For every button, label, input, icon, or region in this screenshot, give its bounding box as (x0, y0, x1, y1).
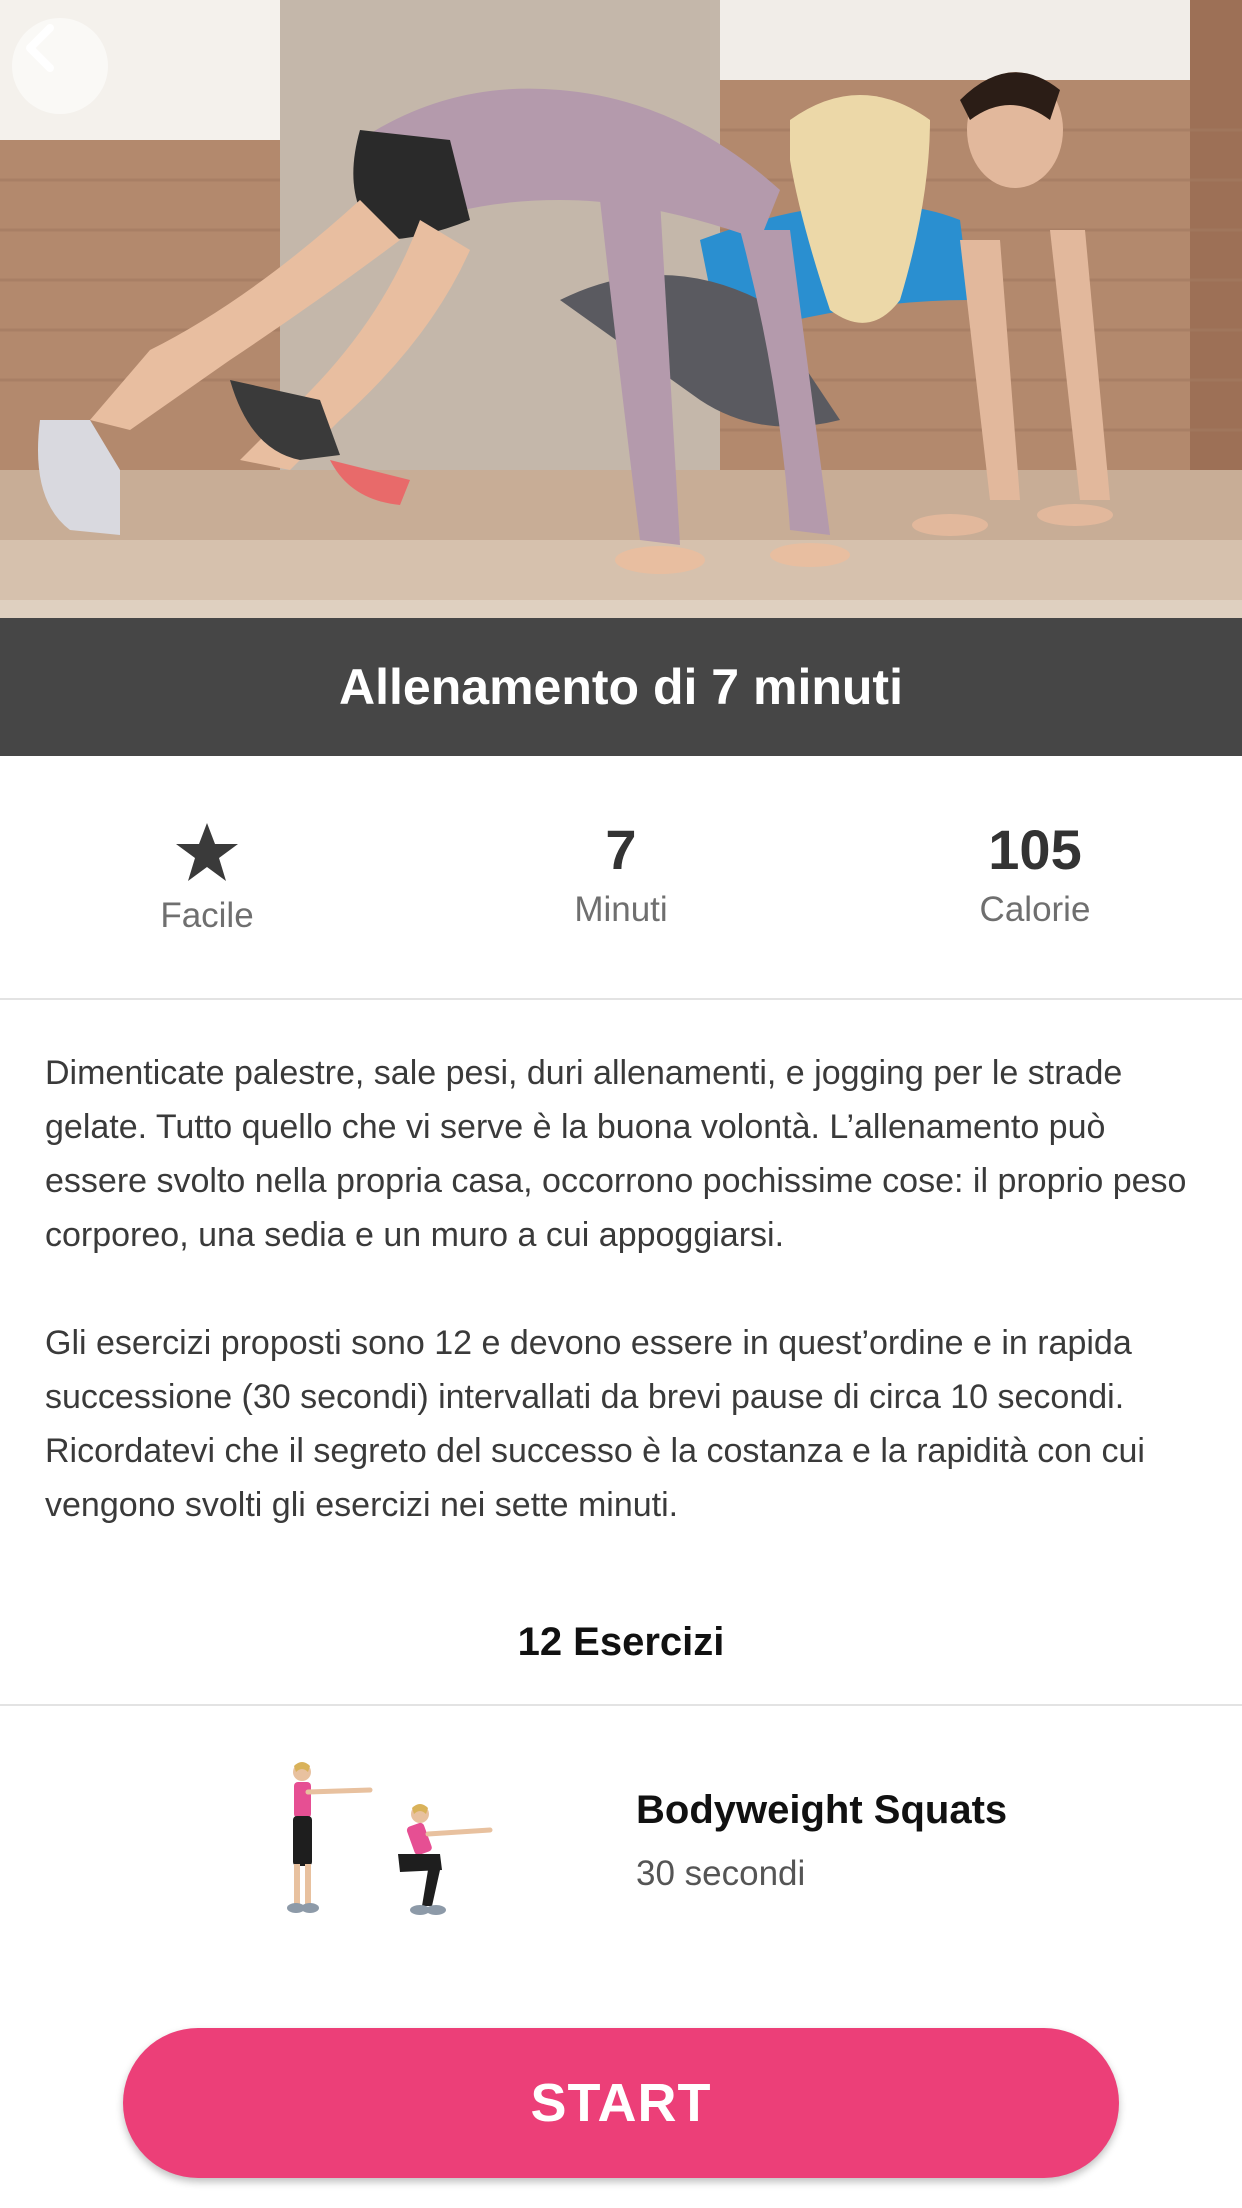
stat-difficulty: Facile (0, 756, 414, 1000)
back-button[interactable] (12, 18, 108, 114)
title-bar: Allenamento di 7 minuti (0, 618, 1242, 756)
stat-calories: 105 Calorie (828, 756, 1242, 1000)
exercise-name: Bodyweight Squats (636, 1788, 1008, 1832)
calories-value: 105 (988, 818, 1082, 881)
difficulty-label: Facile (160, 896, 254, 935)
workout-photo (0, 0, 1242, 618)
back-arrow-icon (26, 24, 54, 72)
workout-detail-screen: Allenamento di 7 minuti Facile 7 Minuti … (0, 0, 1242, 2208)
divider (0, 998, 1242, 1000)
exercise-list-item[interactable] (0, 1708, 1242, 1948)
description-paragraph: Dimenticate palestre, sale pesi, duri al… (45, 1054, 1187, 1254)
workout-description: Dimenticate palestre, sale pesi, duri al… (45, 1046, 1205, 1586)
start-button-label: START (530, 2073, 712, 2133)
divider (0, 1704, 1242, 1706)
calories-label: Calorie (979, 890, 1091, 929)
duration-value: 7 (605, 818, 637, 881)
start-button[interactable]: START (123, 2028, 1119, 2178)
description-paragraph: Gli esercizi proposti sono 12 e devono e… (45, 1324, 1145, 1524)
exercise-thumbnail (287, 1762, 493, 1915)
hero-image (0, 0, 1242, 618)
page-title: Allenamento di 7 minuti (339, 659, 903, 715)
star-icon (176, 823, 238, 881)
workout-stats: Facile 7 Minuti 105 Calorie (0, 756, 1242, 1000)
exercise-duration: 30 secondi (636, 1854, 806, 1893)
duration-label: Minuti (574, 890, 668, 929)
stat-duration: 7 Minuti (414, 756, 828, 1000)
exercises-count-heading: 12 Esercizi (517, 1620, 725, 1664)
